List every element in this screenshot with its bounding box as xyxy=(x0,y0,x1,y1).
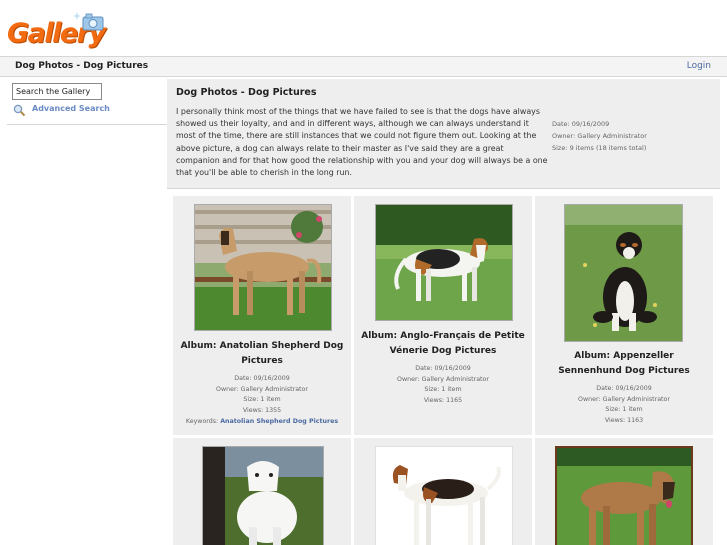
magnifier-icon xyxy=(13,104,26,117)
album-views: Views: 1165 xyxy=(423,397,463,405)
album-meta: Date: 09/16/2009 Owner: Gallery Administ… xyxy=(354,364,532,407)
album-title-link[interactable]: Album: Anglo-Français de Petite Vénerie … xyxy=(360,329,526,359)
album-meta: Date: 09/16/2009 Owner: Gallery Administ… xyxy=(535,384,713,427)
gallery-logo[interactable]: Gallery xyxy=(7,10,107,54)
album-thumbnail[interactable] xyxy=(555,446,693,545)
sidebar: Advanced Search xyxy=(7,79,167,125)
header: Gallery xyxy=(0,0,727,56)
album-thumbnail[interactable] xyxy=(202,446,324,545)
album-owner: Owner: Gallery Administrator xyxy=(578,395,670,403)
advanced-search-link[interactable]: Advanced Search xyxy=(32,104,110,113)
album-views: Views: 1355 xyxy=(242,407,282,415)
breadcrumb[interactable]: Dog Photos - Dog Pictures xyxy=(15,61,148,71)
album-title-link[interactable]: Album: Anatolian Shepherd Dog Pictures xyxy=(179,339,345,369)
album-date: Date: 09/16/2009 xyxy=(552,120,610,128)
search-input[interactable] xyxy=(12,83,102,100)
camera-sparkle-icon xyxy=(73,12,104,31)
album-date: Date: 09/16/2009 xyxy=(415,365,471,372)
login-link[interactable]: Login xyxy=(687,61,711,71)
album-thumbnail[interactable] xyxy=(564,204,683,342)
album-cell xyxy=(535,438,713,545)
album-title: Dog Photos - Dog Pictures xyxy=(176,87,317,98)
album-cell-anatolian-shepherd: Album: Anatolian Shepherd Dog Pictures D… xyxy=(173,196,351,435)
album-cell xyxy=(173,438,351,545)
album-size: Size: 9 items (18 items total) xyxy=(552,144,647,152)
album-meta: Date: 09/16/2009 Owner: Gallery Administ… xyxy=(173,374,351,428)
album-owner: Owner: Gallery Administrator xyxy=(216,385,308,393)
album-date: Date: 09/16/2009 xyxy=(234,375,290,382)
album-thumbnail[interactable] xyxy=(375,446,513,545)
album-size: Size: 1 item xyxy=(243,396,281,404)
album-date: Date: 09/16/2009 xyxy=(596,385,652,392)
album-thumbnail[interactable] xyxy=(194,204,332,331)
album-views: Views: 1163 xyxy=(604,417,644,425)
album-description: I personally think most of the things th… xyxy=(176,107,548,178)
album-owner: Owner: Gallery Administrator xyxy=(397,375,489,383)
album-size: Size: 1 item xyxy=(605,406,643,414)
album-thumbnail[interactable] xyxy=(375,204,513,321)
album-title-link[interactable]: Album: Appenzeller Sennenhund Dog Pictur… xyxy=(541,349,707,379)
keywords-link[interactable]: Anatolian Shepherd Dog Pictures xyxy=(220,418,338,425)
album-owner: Owner: Gallery Administrator xyxy=(552,132,647,140)
album-cell xyxy=(354,438,532,545)
album-size: Size: 1 item xyxy=(424,386,462,394)
album-keywords: Keywords: Anatolian Shepherd Dog Picture… xyxy=(173,417,351,428)
album-cell-anglo-francais: Album: Anglo-Français de Petite Vénerie … xyxy=(354,196,532,435)
breadcrumb-bar: Dog Photos - Dog Pictures Login xyxy=(0,56,727,77)
album-meta: Date: 09/16/2009 Owner: Gallery Administ… xyxy=(552,118,647,154)
album-cell-appenzeller: Album: Appenzeller Sennenhund Dog Pictur… xyxy=(535,196,713,435)
keywords-label: Keywords: xyxy=(185,417,219,425)
album-info: Dog Photos - Dog Pictures I personally t… xyxy=(167,79,720,189)
